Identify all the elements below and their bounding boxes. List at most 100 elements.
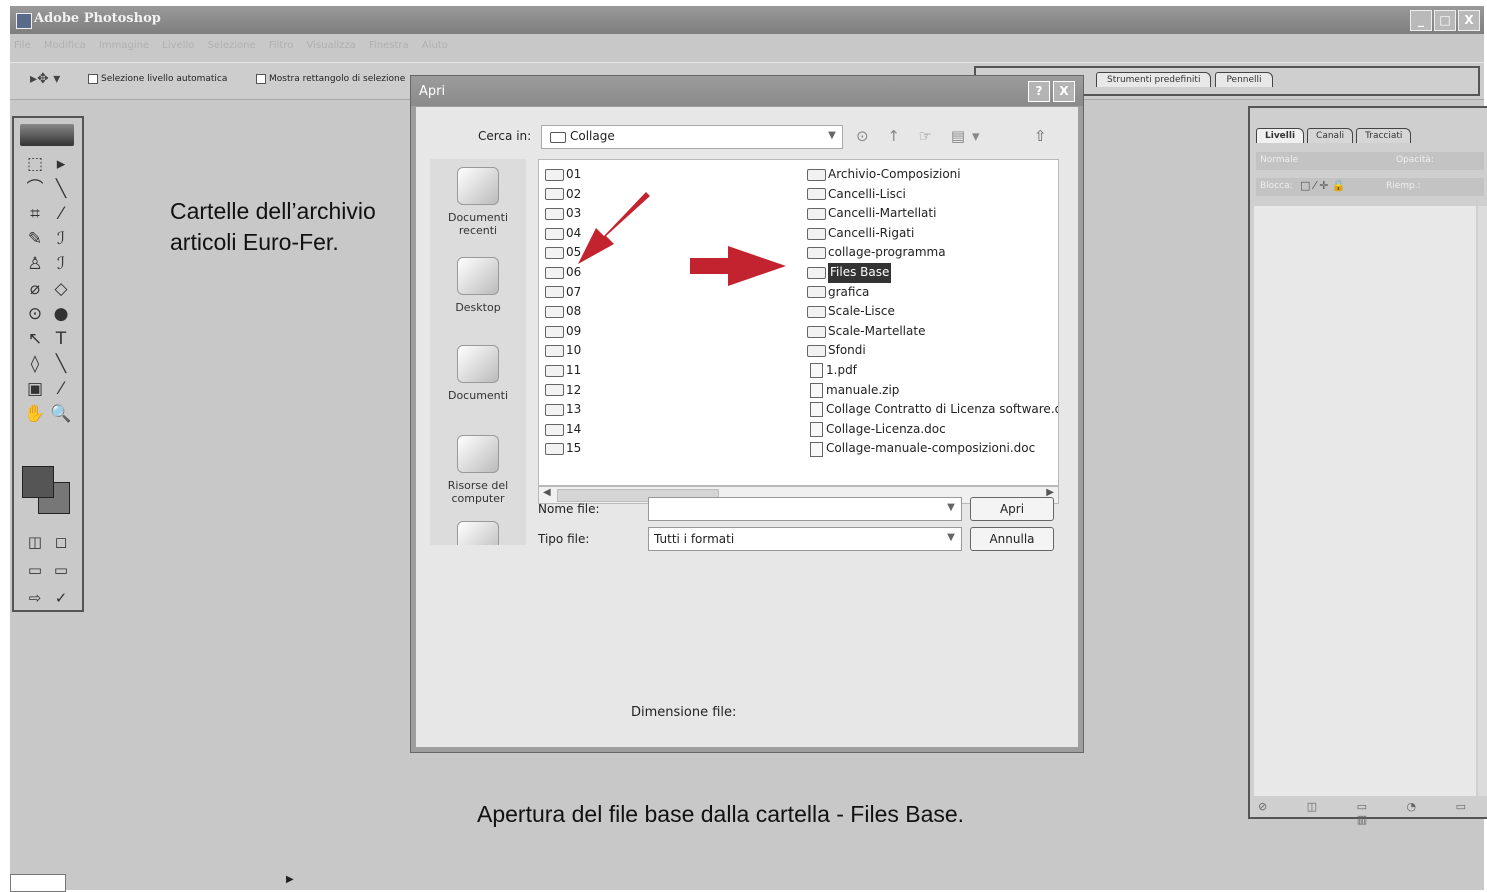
- chevron-down-icon[interactable]: ▼: [824, 128, 840, 144]
- menu-immagine[interactable]: Immagine: [99, 36, 149, 56]
- folder-item[interactable]: 10: [545, 341, 581, 361]
- menu-file[interactable]: File: [14, 36, 31, 56]
- tab-paths[interactable]: Tracciati: [1356, 128, 1412, 143]
- mode-button[interactable]: ◻: [48, 528, 74, 556]
- status-menu-arrow-icon[interactable]: ▶: [286, 874, 294, 885]
- tool-button[interactable]: ⬚: [22, 152, 48, 177]
- folder-item[interactable]: 14: [545, 420, 581, 440]
- tool-button[interactable]: ◊: [22, 352, 48, 377]
- tab-brushes[interactable]: Pennelli: [1215, 72, 1273, 87]
- folder-item[interactable]: Scale-Martellate: [807, 322, 1058, 342]
- tool-button[interactable]: ♙: [22, 252, 48, 277]
- place-my-documents[interactable]: Documenti: [430, 345, 526, 402]
- tool-button[interactable]: ⁄: [48, 202, 74, 227]
- tool-button[interactable]: ✋: [22, 402, 48, 427]
- layers-list[interactable]: [1254, 206, 1476, 796]
- move-tool-icon[interactable]: ▸✥ ▾: [30, 71, 60, 87]
- folder-item[interactable]: 07: [545, 283, 581, 303]
- place-network[interactable]: [430, 521, 526, 545]
- folder-item[interactable]: 15: [545, 439, 581, 459]
- close-button[interactable]: X: [1458, 10, 1480, 31]
- maximize-button[interactable]: □: [1434, 10, 1456, 31]
- checkbox-box[interactable]: [88, 74, 98, 84]
- tool-button[interactable]: ⌒: [22, 177, 48, 202]
- file-item[interactable]: 1.pdf: [807, 361, 1058, 381]
- tool-button[interactable]: ▸: [48, 152, 74, 177]
- mode-button[interactable]: ▭: [22, 556, 48, 584]
- up-folder-icon[interactable]: ⇧: [1034, 127, 1047, 145]
- menu-filtro[interactable]: Filtro: [269, 36, 294, 56]
- tool-button[interactable]: ⊙: [22, 302, 48, 327]
- zoom-field[interactable]: [10, 874, 66, 892]
- scroll-left-icon[interactable]: ◀: [543, 487, 551, 498]
- folder-item[interactable]: Scale-Lisce: [807, 302, 1058, 322]
- menu-selezione[interactable]: Selezione: [208, 36, 256, 56]
- tool-button[interactable]: ⁄: [48, 377, 74, 402]
- tool-button[interactable]: ●: [48, 302, 74, 327]
- file-item[interactable]: Collage-manuale-composizioni.doc: [807, 439, 1058, 459]
- show-bounding-box-checkbox[interactable]: Mostra rettangolo di selezione: [256, 74, 405, 84]
- folder-item[interactable]: collage-programma: [807, 243, 1058, 263]
- layers-scrollbar[interactable]: [1478, 206, 1487, 796]
- mode-button[interactable]: ✓: [48, 584, 74, 612]
- place-recent-documents[interactable]: Documenti recenti: [430, 167, 526, 237]
- menu-visualizza[interactable]: Visualizza: [307, 36, 356, 56]
- folder-item[interactable]: Cancelli-Martellati: [807, 204, 1058, 224]
- folder-item[interactable]: 11: [545, 361, 581, 381]
- tool-button[interactable]: T: [48, 327, 74, 352]
- layers-bottom-icons[interactable]: ⊘ ◫ ▭ ◔ ▭ ▥: [1254, 800, 1487, 826]
- place-my-computer[interactable]: Risorse del computer: [430, 435, 526, 505]
- tool-button[interactable]: 🔍: [48, 402, 74, 427]
- tool-button[interactable]: ⌗: [22, 202, 48, 227]
- navigation-icons[interactable]: ⊙ ↑ ☞ ▤▾: [856, 127, 987, 145]
- foreground-color-swatch[interactable]: [22, 466, 54, 498]
- tool-button[interactable]: ✎: [22, 227, 48, 252]
- tool-button[interactable]: ◇: [48, 277, 74, 302]
- tool-button[interactable]: ↖: [22, 327, 48, 352]
- folder-item[interactable]: 08: [545, 302, 581, 322]
- folder-item[interactable]: Cancelli-Rigati: [807, 224, 1058, 244]
- help-button[interactable]: ?: [1028, 81, 1050, 102]
- folder-item[interactable]: 12: [545, 381, 581, 401]
- folder-item[interactable]: Files Base: [807, 262, 1058, 283]
- folder-item[interactable]: 09: [545, 322, 581, 342]
- chevron-down-icon[interactable]: ▼: [943, 530, 959, 546]
- folder-item[interactable]: Cancelli-Lisci: [807, 185, 1058, 205]
- folder-item[interactable]: grafica: [807, 283, 1058, 303]
- folder-item[interactable]: 01: [545, 165, 581, 185]
- minimize-button[interactable]: _: [1410, 10, 1432, 31]
- mode-button[interactable]: ▭: [48, 556, 74, 584]
- menu-finestra[interactable]: Finestra: [369, 36, 409, 56]
- folder-item[interactable]: 13: [545, 400, 581, 420]
- tool-button[interactable]: ℐ: [48, 227, 74, 252]
- cancel-button[interactable]: Annulla: [970, 527, 1054, 551]
- tab-tool-presets[interactable]: Strumenti predefiniti: [1096, 72, 1212, 87]
- tool-button[interactable]: ╲: [48, 177, 74, 202]
- auto-select-layer-checkbox[interactable]: Selezione livello automatica: [88, 74, 227, 84]
- tool-button[interactable]: ℐ: [48, 252, 74, 277]
- tab-layers[interactable]: Livelli: [1256, 128, 1305, 143]
- filetype-select[interactable]: Tutti i formati ▼: [648, 527, 962, 551]
- tab-channels[interactable]: Canali: [1307, 128, 1354, 143]
- mode-button[interactable]: ⇨: [22, 584, 48, 612]
- menu-aiuto[interactable]: Aiuto: [422, 36, 448, 56]
- dialog-close-button[interactable]: X: [1053, 81, 1075, 102]
- tool-button[interactable]: ▣: [22, 377, 48, 402]
- file-item[interactable]: Collage Contratto di Licenza software.do…: [807, 400, 1058, 420]
- menu-livello[interactable]: Livello: [162, 36, 194, 56]
- filename-input[interactable]: ▼: [648, 497, 962, 521]
- folder-item[interactable]: Archivio-Composizioni: [807, 165, 1058, 185]
- checkbox-box[interactable]: [256, 74, 266, 84]
- lock-icons[interactable]: □ ⁄ ✛ 🔒: [1300, 179, 1346, 192]
- chevron-down-icon[interactable]: ▼: [943, 500, 959, 516]
- folder-item[interactable]: Sfondi: [807, 341, 1058, 361]
- open-button[interactable]: Apri: [970, 497, 1054, 521]
- file-item[interactable]: Collage-Licenza.doc: [807, 420, 1058, 440]
- blend-mode-select[interactable]: Normale: [1260, 155, 1298, 165]
- place-desktop[interactable]: Desktop: [430, 257, 526, 314]
- tool-button[interactable]: ⌀: [22, 277, 48, 302]
- tool-button[interactable]: ╲: [48, 352, 74, 377]
- file-item[interactable]: manuale.zip: [807, 381, 1058, 401]
- menu-modifica[interactable]: Modifica: [44, 36, 86, 56]
- mode-button[interactable]: ◫: [22, 528, 48, 556]
